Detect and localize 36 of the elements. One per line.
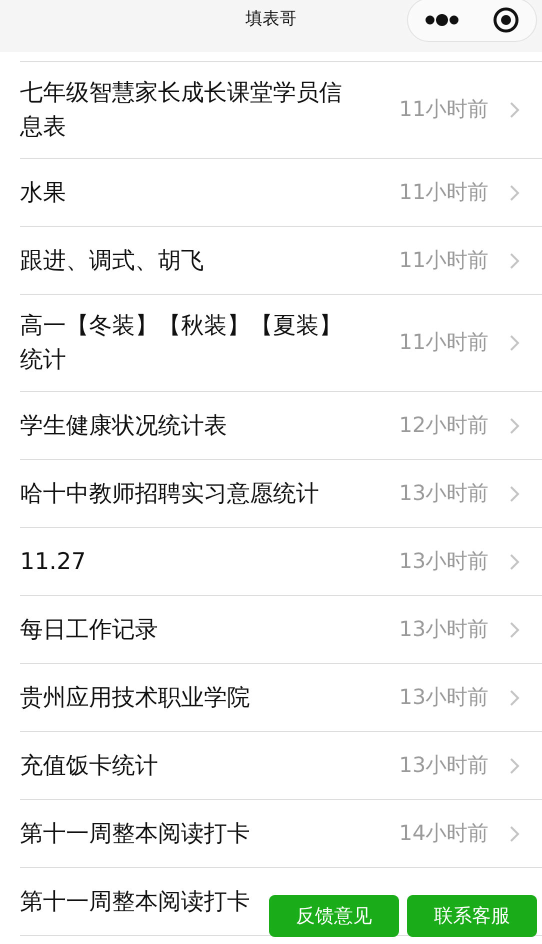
time-label: 13小时前: [399, 752, 490, 779]
form-title[interactable]: 水果: [20, 176, 66, 210]
form-title[interactable]: 每日工作记录: [20, 612, 158, 646]
window-title: 填表哥: [246, 8, 296, 31]
time-label: 12小时前: [399, 412, 490, 439]
form-title[interactable]: 充值饭卡统计: [20, 748, 158, 782]
form-title[interactable]: 贵州应用技术职业学院: [20, 680, 250, 714]
form-title[interactable]: 11.27: [20, 544, 86, 578]
time-label: 13小时前: [399, 684, 490, 711]
form-title[interactable]: 七年级智慧家长成长课堂学员信息表: [20, 76, 355, 144]
form-title[interactable]: 高一【冬装】【秋装】【夏装】统计: [20, 309, 355, 377]
form-title[interactable]: 第十一周整本阅读打卡: [20, 884, 250, 918]
chevron-icon: [509, 620, 521, 638]
time-label: 11小时前: [399, 246, 490, 274]
form-title[interactable]: 第十一周整本阅读打卡: [20, 816, 250, 850]
chevron-icon: [509, 552, 521, 570]
chevron-icon: [509, 824, 521, 842]
form-title[interactable]: 学生健康状况统计表: [20, 408, 227, 442]
chevron-icon: [509, 756, 521, 774]
more-icon[interactable]: [424, 13, 460, 27]
chevron-icon: [509, 688, 521, 706]
time-label: 13小时前: [399, 480, 490, 507]
chevron-icon: [509, 484, 521, 502]
form-title[interactable]: 跟进、调式、胡飞: [20, 244, 204, 278]
chevron-icon: [509, 184, 521, 202]
chevron-icon: [509, 101, 521, 119]
time-label: 13小时前: [399, 616, 490, 643]
form-title[interactable]: 哈十中教师招聘实习意愿统计: [20, 476, 319, 510]
time-label: 14小时前: [399, 820, 490, 847]
chevron-icon: [509, 252, 521, 270]
time-label: 11小时前: [399, 178, 490, 206]
chevron-icon: [509, 416, 521, 434]
time-label: 11小时前: [399, 329, 490, 356]
time-label: 13小时前: [399, 548, 490, 575]
chevron-icon: [509, 334, 521, 352]
time-label: 11小时前: [399, 96, 490, 124]
